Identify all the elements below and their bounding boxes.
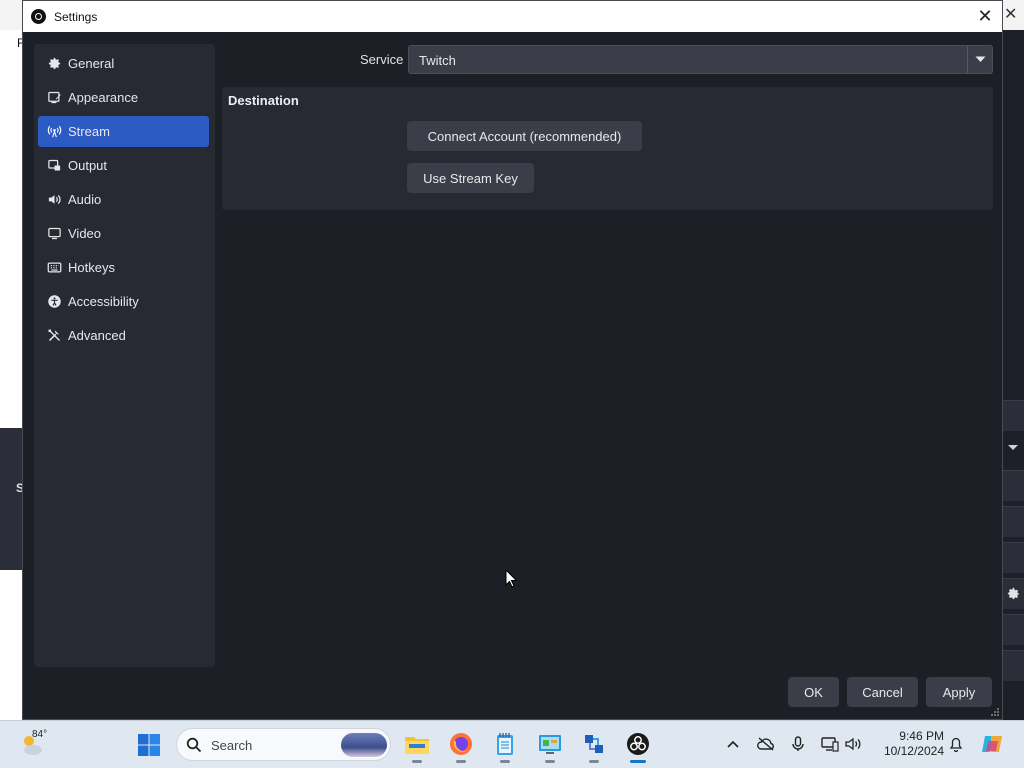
copilot-icon[interactable] xyxy=(979,731,1005,757)
accessibility-icon xyxy=(46,294,62,310)
sidebar-item-label: Advanced xyxy=(68,328,126,343)
destination-title: Destination xyxy=(228,93,299,108)
network-app-icon[interactable] xyxy=(580,730,608,763)
sidebar-item-label: Output xyxy=(68,158,108,173)
service-label: Service xyxy=(360,52,404,67)
obs-main-left-edge xyxy=(0,30,22,720)
resize-grip-icon[interactable] xyxy=(990,707,1000,717)
sidebar-item-label: Audio xyxy=(68,192,102,207)
keyboard-icon xyxy=(46,260,62,276)
sidebar-item-appearance[interactable]: Appearance xyxy=(38,82,209,113)
mouse-cursor-icon xyxy=(505,569,518,588)
monitor-icon xyxy=(46,226,62,242)
apply-button[interactable]: Apply xyxy=(926,677,992,707)
service-value: Twitch xyxy=(419,53,456,68)
sidebar-item-advanced[interactable]: Advanced xyxy=(38,320,209,351)
dialog-title: Settings xyxy=(54,9,98,24)
microphone-icon[interactable] xyxy=(788,734,808,754)
file-explorer-icon[interactable] xyxy=(403,730,431,763)
notification-bell-icon[interactable] xyxy=(946,734,966,754)
speaker-icon xyxy=(46,192,62,208)
search-highlight-image xyxy=(341,733,387,757)
obs-main-close-icon[interactable]: ✕ xyxy=(1004,4,1017,24)
settings-dialog: Settings ✕ General Appearance Stream Out… xyxy=(22,0,1003,720)
obs-main-right-edge xyxy=(1003,30,1024,720)
sidebar-item-label: General xyxy=(68,56,115,71)
connect-account-button[interactable]: Connect Account (recommended) xyxy=(407,121,642,151)
destination-panel: Destination Connect Account (recommended… xyxy=(222,87,993,210)
output-icon xyxy=(46,158,62,174)
sidebar-item-label: Hotkeys xyxy=(68,260,115,275)
chevron-down-icon[interactable] xyxy=(967,46,992,73)
service-dropdown[interactable]: Twitch xyxy=(408,45,993,74)
sidebar-item-stream[interactable]: Stream xyxy=(38,116,209,147)
clock-time: 9:46 PM xyxy=(899,729,944,743)
obs-logo-icon xyxy=(31,9,46,24)
cancel-button[interactable]: Cancel xyxy=(847,677,918,707)
sidebar-item-video[interactable]: Video xyxy=(38,218,209,249)
windows-taskbar: 84° Search 9:46 PM 10/12/2024 xyxy=(0,720,1024,768)
use-stream-key-button[interactable]: Use Stream Key xyxy=(407,163,534,193)
settings-sidebar: General Appearance Stream Output Audio V… xyxy=(34,44,215,667)
sidebar-item-audio[interactable]: Audio xyxy=(38,184,209,215)
obs-main-gear-icon[interactable] xyxy=(1006,586,1021,601)
sidebar-item-general[interactable]: General xyxy=(38,48,209,79)
chevron-up-icon[interactable] xyxy=(723,734,743,754)
sidebar-item-output[interactable]: Output xyxy=(38,150,209,181)
cloud-offline-icon[interactable] xyxy=(756,734,776,754)
obs-main-dropdown-icon[interactable] xyxy=(1007,444,1019,452)
sidebar-item-label: Appearance xyxy=(68,90,139,105)
obs-studio-icon[interactable] xyxy=(624,730,652,763)
firefox-icon[interactable] xyxy=(447,730,475,763)
broadcast-icon xyxy=(46,124,62,140)
search-placeholder: Search xyxy=(211,738,253,753)
sidebar-item-hotkeys[interactable]: Hotkeys xyxy=(38,252,209,283)
volume-icon[interactable] xyxy=(843,734,863,754)
sidebar-item-accessibility[interactable]: Accessibility xyxy=(38,286,209,317)
close-icon[interactable]: ✕ xyxy=(974,5,996,27)
clock-date: 10/12/2024 xyxy=(883,744,944,758)
notepad-icon[interactable] xyxy=(491,730,519,763)
control-panel-icon[interactable] xyxy=(536,730,564,763)
sidebar-item-label: Video xyxy=(68,226,102,241)
appearance-icon xyxy=(46,90,62,106)
system-clock[interactable]: 9:46 PM 10/12/2024 xyxy=(872,729,944,759)
ok-button[interactable]: OK xyxy=(788,677,839,707)
weather-temperature: 84° xyxy=(32,729,48,740)
sidebar-item-label: Accessibility xyxy=(68,294,139,309)
tools-icon xyxy=(46,328,62,344)
taskbar-search-box[interactable]: Search xyxy=(176,728,391,761)
sidebar-item-label: Stream xyxy=(68,124,110,139)
settings-titlebar: Settings ✕ xyxy=(23,1,1002,32)
windows-start-icon[interactable] xyxy=(137,733,161,757)
gear-icon xyxy=(46,56,62,72)
network-icon[interactable] xyxy=(820,734,840,754)
search-icon xyxy=(186,737,202,753)
